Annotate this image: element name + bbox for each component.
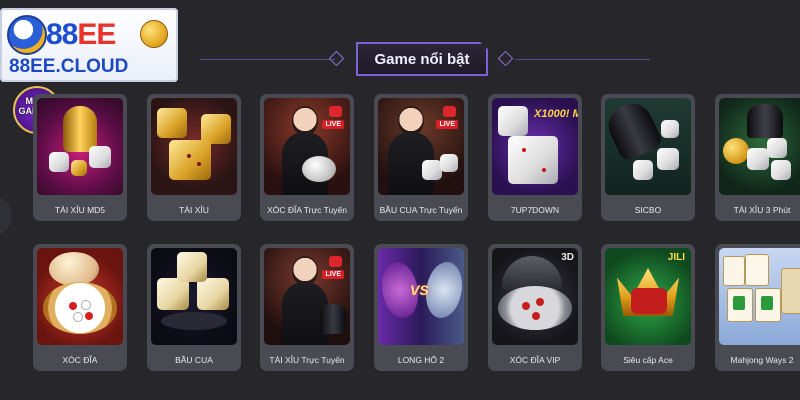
scroll-left-handle[interactable] [0,196,12,236]
gold-cup-dice-icon [37,98,123,195]
game-card-sicbo[interactable]: SICBO [601,94,695,221]
game-card-sieu-cap-ace[interactable]: JILI Siêu cấp Ace [601,244,695,371]
jili-badge: JILI [667,252,685,263]
game-card-tai-xiu-3-phut[interactable]: TÀI XỈU 3 Phút [715,94,800,221]
logo-emblem-icon [7,15,47,55]
game-label: BẦU CUA [175,355,213,365]
game-label: 7UP7DOWN [510,205,560,215]
game-card-7up7down[interactable]: X1000! MD5 7UP7DOWN [488,94,582,221]
game-card-bau-cua-truc-tuyen[interactable]: LIVE BẦU CUA Trực Tuyến [374,94,468,221]
versus-badge: VS [410,282,429,298]
game-card-bau-cua[interactable]: BẦU CUA [147,244,241,371]
game-label: TÀI XỈU Trực Tuyến [269,355,345,365]
game-label: XÓC ĐĨA [62,355,98,365]
section-title: Game nổi bật [356,42,488,76]
jester-crown-icon: JILI [605,248,691,345]
multiplier-badge: X1000! MD5 [534,108,578,120]
live-play-icon [329,256,342,267]
game-card-xoc-dia-truc-tuyen[interactable]: LIVE XÓC ĐĨA Trực Tuyến [260,94,354,221]
sicbo-cup-dice-icon [605,98,691,195]
logo-wordmark-letters: EE [77,18,116,51]
game-label: SICBO [634,205,662,215]
game-label: XÓC ĐĨA Trực Tuyến [267,205,347,215]
game-label: XÓC ĐĨA VIP [509,355,561,365]
logo-domain: 88EE.CLOUD [9,56,129,77]
coin-dice-icon [719,98,800,195]
game-label: TÀI XỈU [179,205,209,215]
brand-logo[interactable]: 88EE 88EE.CLOUD [0,8,178,82]
game-card-tai-xiu-truc-tuyen[interactable]: LIVE TÀI XỈU Trực Tuyến [260,244,354,371]
live-play-icon [329,106,342,117]
logo-wordmark-number: 88 [46,18,78,51]
game-label: Siêu cấp Ace [623,355,673,365]
game-card-xoc-dia-vip[interactable]: 3D XÓC ĐĨA VIP [488,244,582,371]
bau-cua-dice-icon [151,248,237,345]
3d-badge: 3D [561,252,574,263]
live-badge: LIVE [322,120,344,129]
game-card-long-ho-2[interactable]: VS LONG HỔ 2 [374,244,468,371]
mahjong-tiles-icon [719,248,800,345]
game-label: TÀI XỈU MD5 [54,205,106,215]
game-label: Mahjong Ways 2 [730,355,794,365]
game-card-xoc-dia[interactable]: XÓC ĐĨA [33,244,127,371]
game-card-mahjong-ways-2[interactable]: Mahjong Ways 2 [715,244,800,371]
coin-icon [140,20,168,48]
dealer-avatar [388,106,434,195]
glass-bowl-icon: 3D [492,248,578,345]
gold-dice-icon [151,98,237,195]
live-dealer-icon: LIVE [264,98,350,195]
game-label: BẦU CUA Trực Tuyến [379,205,463,215]
game-label: TÀI XỈU 3 Phút [733,205,791,215]
live-badge: LIVE [436,120,458,129]
game-card-tai-xiu-md5[interactable]: TÀI XỈU MD5 [33,94,127,221]
live-play-icon [443,106,456,117]
live-dealer-icon: LIVE [378,98,464,195]
section-title-text: Game nổi bật [374,50,470,68]
logo-wordmark: 88EE [46,18,116,52]
xoc-dia-bowl-icon [37,248,123,345]
white-dice-icon: X1000! MD5 [492,98,578,195]
header-divider-left [200,59,335,60]
dragon-tiger-icon: VS [378,248,464,345]
game-card-tai-xiu[interactable]: TÀI XỈU [147,94,241,221]
game-label: LONG HỔ 2 [397,355,445,365]
diamond-ornament-left-icon [328,50,345,67]
diamond-ornament-right-icon [497,50,514,67]
live-badge: LIVE [322,270,344,279]
header-divider-right [515,59,650,60]
live-dealer-icon: LIVE [264,248,350,345]
